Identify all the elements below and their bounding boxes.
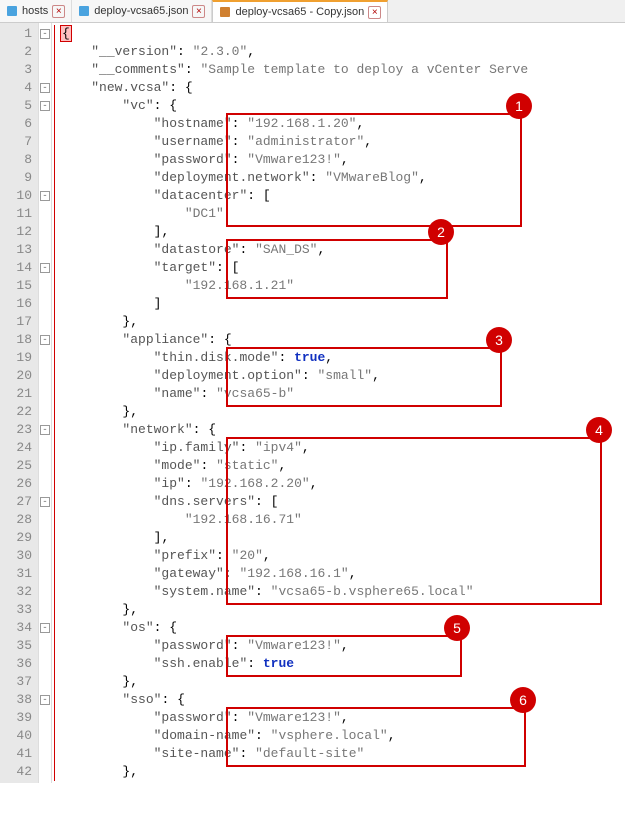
fold-column: ---------- (38, 23, 52, 783)
tab-hosts[interactable]: hosts × (0, 0, 72, 22)
tab-label: deploy-vcsa65 - Copy.json (235, 6, 364, 18)
tab-label: deploy-vcsa65.json (94, 5, 188, 17)
torn-edge (0, 783, 625, 807)
close-icon[interactable]: × (192, 5, 205, 18)
tab-label: hosts (22, 5, 48, 17)
close-icon[interactable]: × (52, 5, 65, 18)
close-icon[interactable]: × (368, 6, 381, 19)
file-icon (6, 5, 18, 17)
code-area[interactable]: { "__version": "2.3.0", "__comments": "S… (58, 23, 625, 783)
file-icon (78, 5, 90, 17)
tab-bar: hosts × deploy-vcsa65.json × deploy-vcsa… (0, 0, 625, 23)
code-editor[interactable]: 1234567891011121314151617181920212223242… (0, 23, 625, 783)
line-number-gutter: 1234567891011121314151617181920212223242… (0, 23, 38, 783)
tab-deploy-json[interactable]: deploy-vcsa65.json × (72, 0, 212, 22)
file-icon (219, 6, 231, 18)
tab-deploy-copy-json[interactable]: deploy-vcsa65 - Copy.json × (212, 0, 388, 22)
